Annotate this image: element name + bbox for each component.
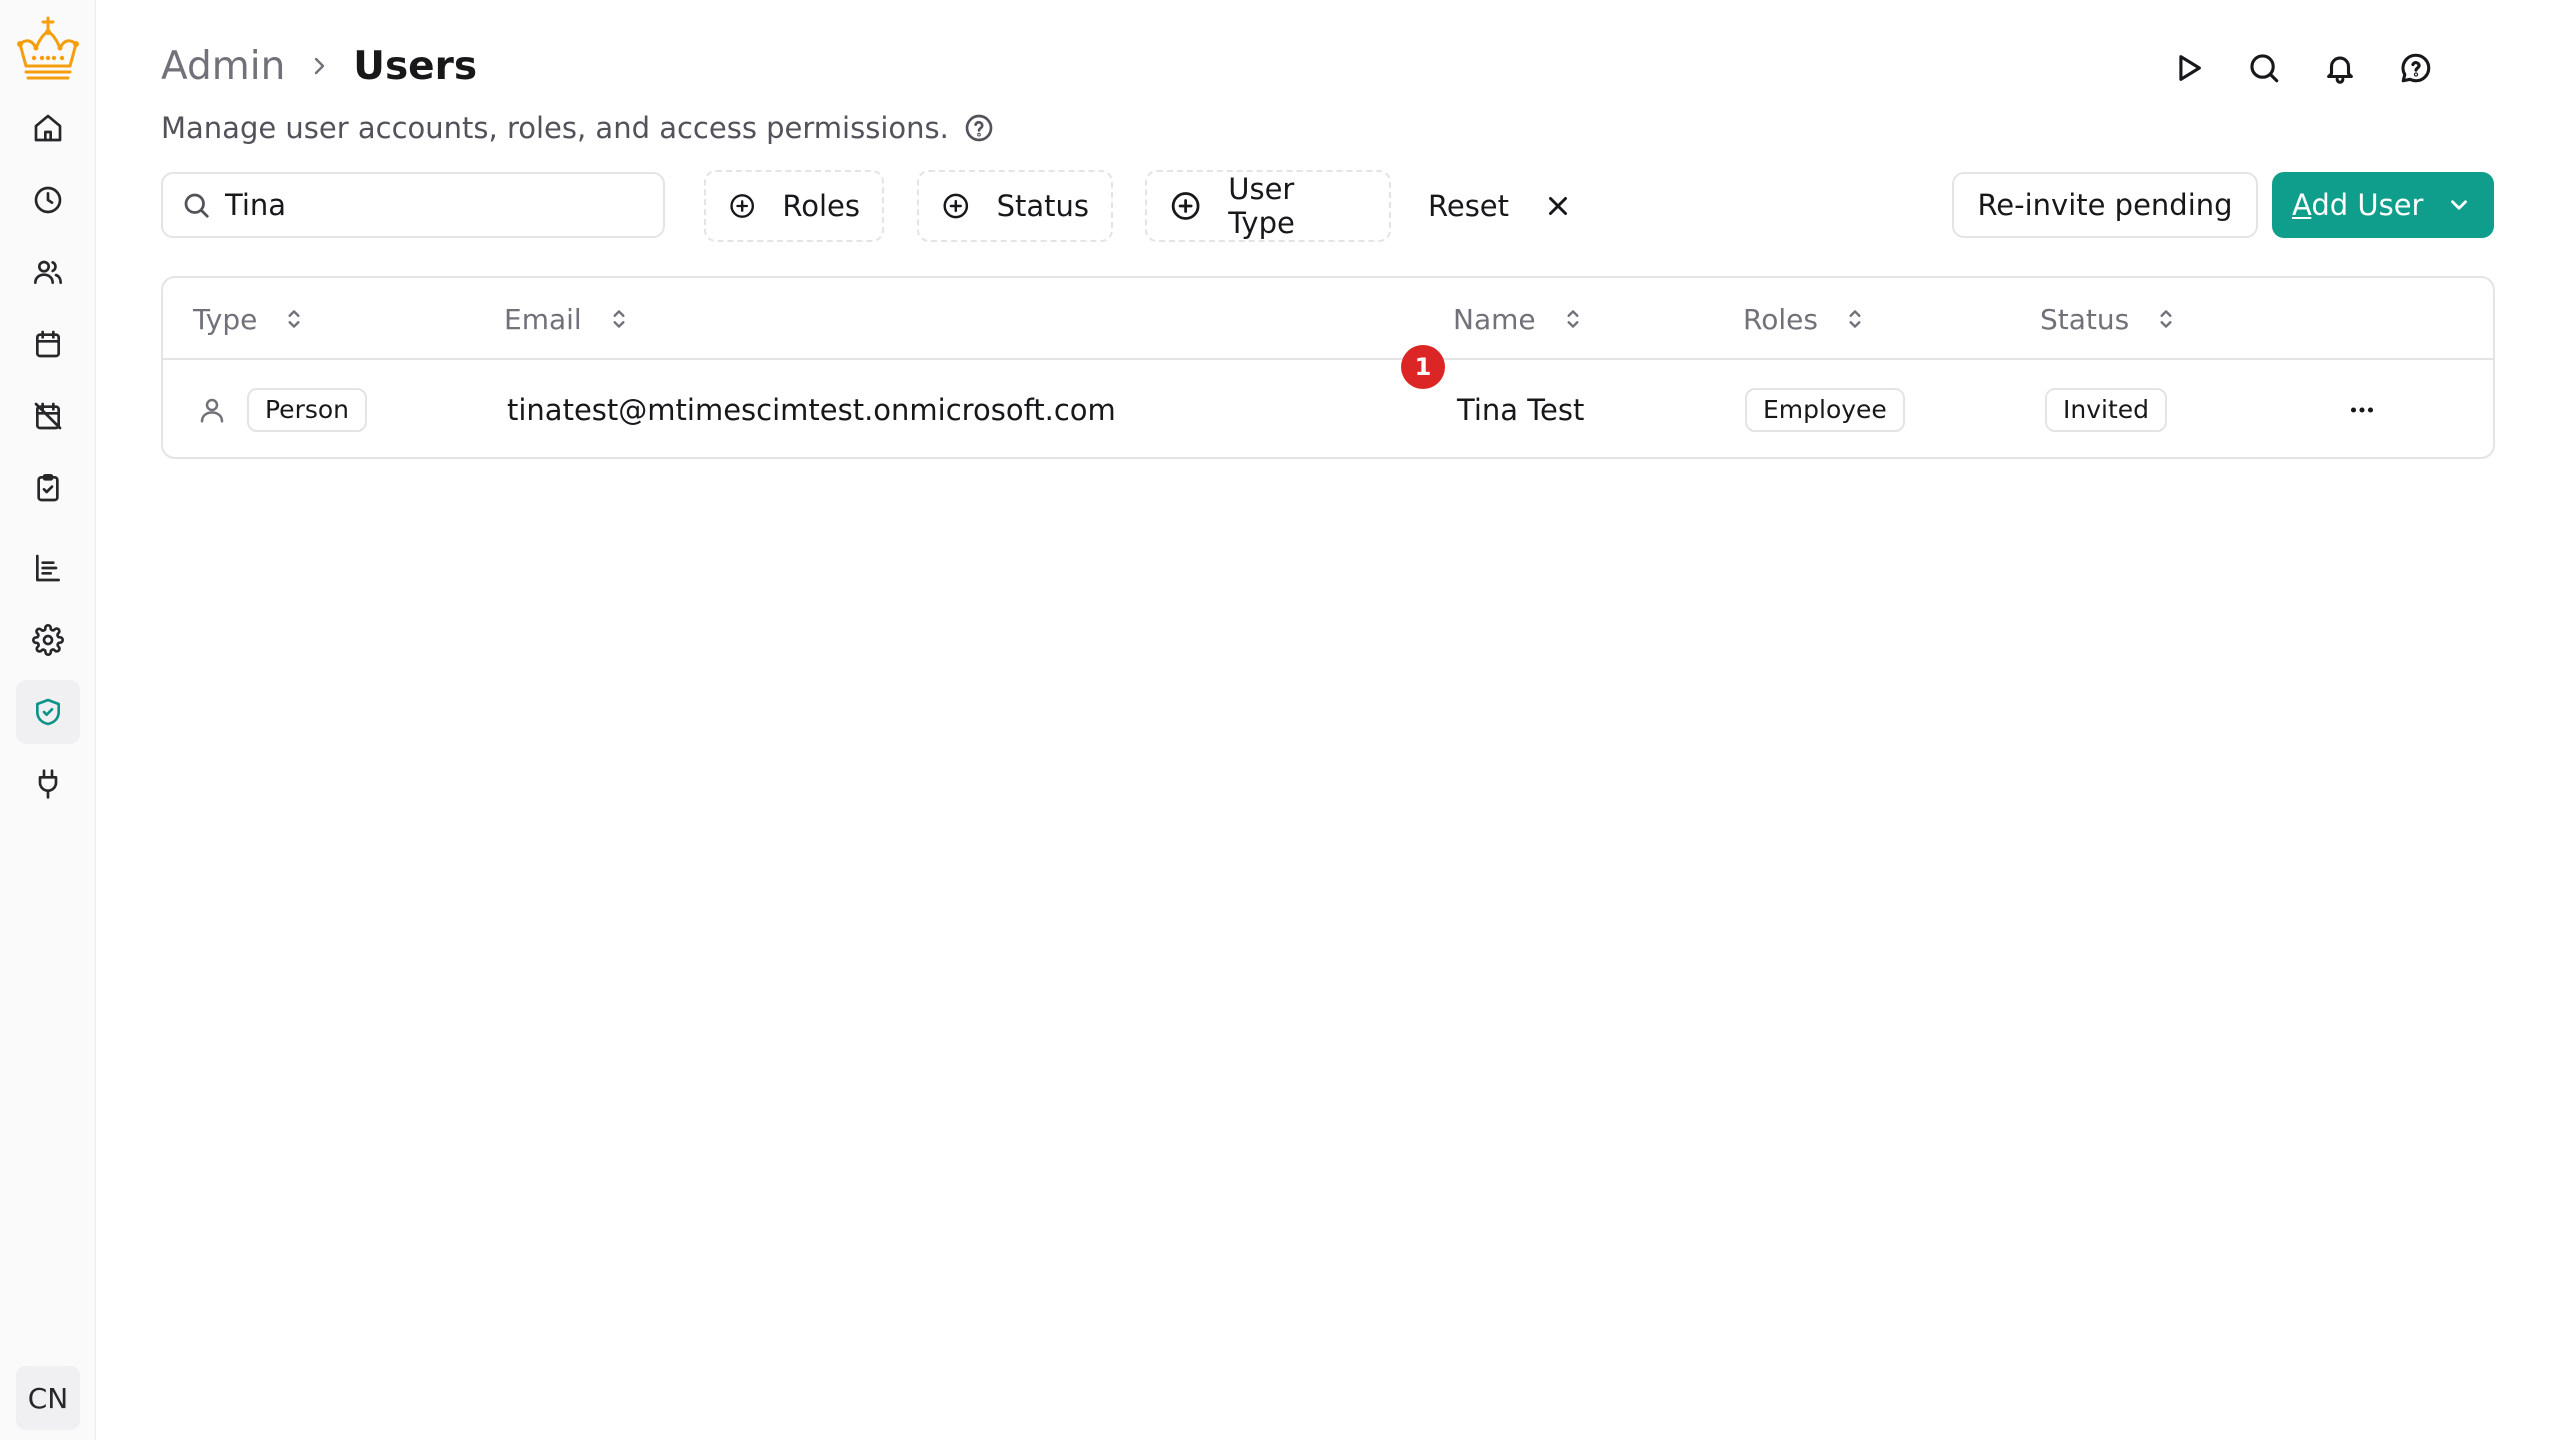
column-header-status[interactable]: Status bbox=[2040, 278, 2179, 360]
page-title: Users bbox=[353, 43, 478, 89]
nav-home[interactable] bbox=[16, 96, 80, 160]
plus-circle-icon bbox=[943, 193, 969, 219]
chevron-down-icon[interactable] bbox=[2446, 192, 2472, 218]
column-header-label: Type bbox=[193, 302, 258, 336]
search-box bbox=[161, 172, 665, 238]
sidebar: CN bbox=[0, 0, 96, 1440]
search-input[interactable] bbox=[225, 188, 645, 222]
table-row[interactable]: Person tinatest@mtimescimtest.onmicrosof… bbox=[163, 360, 2493, 459]
search-input-icon bbox=[184, 193, 209, 218]
search-icon[interactable] bbox=[2244, 48, 2284, 88]
chart-bar-icon bbox=[36, 554, 60, 582]
users-icon bbox=[34, 260, 62, 284]
table-header: Type Email Name Roles Status bbox=[163, 278, 2493, 360]
crown-logo-icon[interactable] bbox=[12, 14, 84, 86]
row-actions-button[interactable] bbox=[2345, 360, 2379, 459]
calendar-off-icon bbox=[34, 402, 62, 430]
page-subtitle: Manage user accounts, roles, and access … bbox=[161, 108, 995, 148]
breadcrumb: Admin Users bbox=[161, 40, 477, 92]
filter-user-type-button[interactable]: User Type bbox=[1145, 170, 1391, 242]
nav-integrations[interactable] bbox=[16, 752, 80, 816]
play-icon[interactable] bbox=[2168, 48, 2208, 88]
help-message-icon[interactable] bbox=[2396, 48, 2436, 88]
more-horizontal-icon bbox=[2350, 406, 2374, 413]
page-subtitle-text: Manage user accounts, roles, and access … bbox=[161, 111, 949, 145]
column-header-email[interactable]: Email bbox=[504, 278, 632, 360]
type-badge: Person bbox=[247, 387, 368, 432]
app-root: CN Admin Users Manage user accounts, rol… bbox=[0, 0, 2560, 1440]
home-icon bbox=[34, 114, 62, 142]
name-cell: Tina Test bbox=[1457, 392, 1585, 427]
users-table: Type Email Name Roles Status Person tina… bbox=[161, 276, 2495, 459]
reset-label: Reset bbox=[1428, 189, 1510, 223]
bell-icon[interactable] bbox=[2320, 48, 2360, 88]
filter-user-type-label: User Type bbox=[1228, 172, 1295, 240]
column-header-label: Email bbox=[504, 302, 582, 336]
sort-icon bbox=[1567, 310, 1579, 328]
column-header-label: Status bbox=[2040, 302, 2130, 336]
reset-filters-button[interactable]: Reset bbox=[1428, 170, 1573, 242]
breadcrumb-admin-link[interactable]: Admin bbox=[161, 44, 285, 89]
calendar-icon bbox=[36, 330, 60, 358]
plug-icon bbox=[38, 769, 58, 799]
help-circle-icon[interactable] bbox=[963, 112, 995, 144]
column-header-label: Name bbox=[1453, 302, 1536, 336]
annotation-marker: 1 bbox=[1401, 345, 1445, 389]
plus-circle-icon bbox=[1171, 192, 1200, 220]
add-user-label: Add User bbox=[2292, 188, 2424, 222]
sort-icon bbox=[613, 310, 625, 328]
sort-icon bbox=[1849, 310, 1861, 328]
reinvite-pending-button[interactable]: Re-invite pending bbox=[1952, 172, 2258, 238]
nav-admin[interactable] bbox=[16, 680, 80, 744]
filter-status-button[interactable]: Status bbox=[917, 170, 1113, 242]
sort-icon bbox=[2160, 310, 2172, 328]
filter-roles-label: Roles bbox=[782, 189, 860, 223]
nav-tasks[interactable] bbox=[16, 456, 80, 520]
nav-calendar[interactable] bbox=[16, 312, 80, 376]
gear-icon bbox=[32, 624, 64, 656]
status-badge: Invited bbox=[2045, 387, 2168, 432]
add-user-button[interactable]: Add User bbox=[2272, 172, 2494, 238]
user-avatar[interactable]: CN bbox=[16, 1366, 80, 1430]
clock-icon bbox=[34, 186, 62, 214]
shield-check-icon bbox=[36, 698, 60, 726]
chevron-right-icon bbox=[307, 54, 331, 78]
email-cell: tinatest@mtimescimtest.onmicrosoft.com bbox=[507, 392, 1116, 427]
column-header-roles[interactable]: Roles bbox=[1743, 278, 1868, 360]
clipboard-check-icon bbox=[37, 474, 59, 502]
nav-time[interactable] bbox=[16, 168, 80, 232]
status-cell: Invited bbox=[2045, 360, 2168, 459]
type-cell: Person bbox=[247, 360, 368, 459]
column-header-type[interactable]: Type bbox=[193, 278, 307, 360]
top-actions bbox=[2168, 48, 2436, 88]
filter-status-label: Status bbox=[996, 189, 1089, 223]
nav-calendar-off[interactable] bbox=[16, 384, 80, 448]
column-header-label: Roles bbox=[1743, 302, 1818, 336]
close-icon bbox=[1549, 197, 1568, 215]
nav-people[interactable] bbox=[16, 240, 80, 304]
filter-roles-button[interactable]: Roles bbox=[704, 170, 884, 242]
plus-circle-icon bbox=[730, 194, 755, 218]
column-header-name[interactable]: Name bbox=[1453, 278, 1586, 360]
nav-reports[interactable] bbox=[16, 536, 80, 600]
role-badge: Employee bbox=[1745, 387, 1905, 432]
nav-settings[interactable] bbox=[16, 608, 80, 672]
person-icon bbox=[197, 360, 227, 459]
sort-icon bbox=[288, 310, 300, 328]
roles-cell: Employee bbox=[1745, 360, 1905, 459]
